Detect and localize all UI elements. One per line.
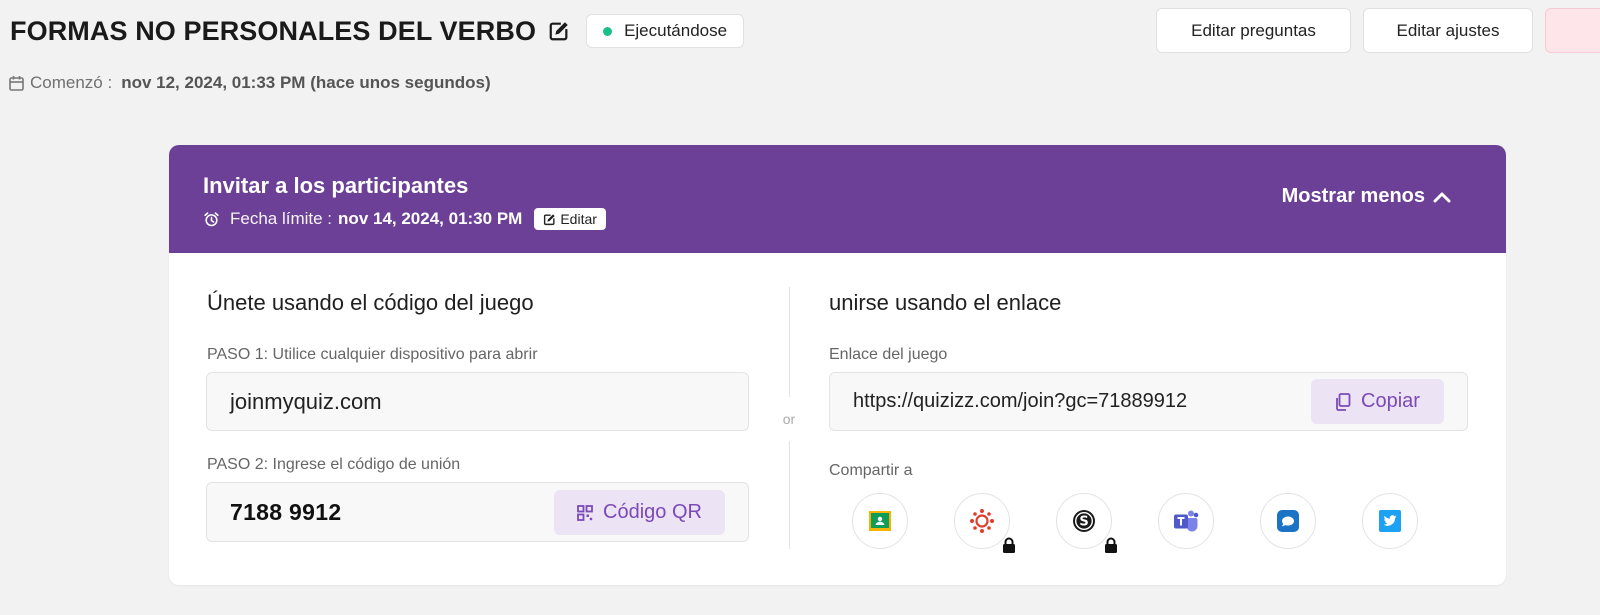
game-link-value: https://quizizz.com/join?gc=71889912 (853, 390, 1188, 412)
page-title: FORMAS NO PERSONALES DEL VERBO (10, 15, 537, 46)
edit-icon (543, 213, 556, 226)
join-url-field: joinmyquiz.com (206, 372, 749, 431)
deadline-row: Fecha límite : nov 14, 2024, 01:30 PM Ed… (203, 207, 606, 231)
started-value: nov 12, 2024, 01:33 PM (hace unos segund… (121, 73, 491, 92)
started-label: Comenzó : (30, 73, 113, 92)
lock-icon (1103, 537, 1119, 554)
deadline-label: Fecha límite : (230, 209, 333, 228)
qr-code-button[interactable]: Código QR (554, 490, 725, 535)
join-url-value: joinmyquiz.com (230, 388, 382, 414)
share-canvas[interactable] (954, 493, 1015, 553)
join-code-title: Únete usando el código del juego (207, 290, 534, 315)
share-label: Compartir a (829, 462, 913, 479)
step2-label: PASO 2: Ingrese el código de unión (207, 456, 461, 473)
invite-title: Invitar a los participantes (203, 173, 469, 198)
edit-settings-button[interactable]: Editar ajustes (1363, 8, 1533, 53)
show-less-label: Mostrar menos (1281, 185, 1425, 207)
end-activity-button[interactable] (1545, 8, 1600, 53)
status-badge: Ejecutándose (586, 14, 745, 48)
calendar-icon (9, 75, 24, 91)
twitter-icon (1378, 509, 1402, 533)
or-label: or (782, 411, 796, 427)
invite-header: Invitar a los participantes Fecha límite… (169, 145, 1506, 253)
lock-icon (1001, 537, 1017, 554)
microsoft-teams-icon (1172, 508, 1200, 534)
status-dot-icon (603, 26, 613, 36)
invite-card: Invitar a los participantes Fecha límite… (169, 145, 1506, 585)
edit-deadline-button[interactable]: Editar (534, 208, 606, 230)
title-row: FORMAS NO PERSONALES DEL VERBO Ejecutánd… (10, 12, 745, 50)
link-label: Enlace del juego (829, 346, 948, 363)
edit-deadline-label: Editar (560, 211, 597, 227)
edit-title-icon[interactable] (548, 20, 570, 42)
canvas-icon (969, 508, 995, 534)
divider-bottom (789, 441, 790, 549)
remind-icon (1276, 509, 1300, 533)
step1-label: PASO 1: Utilice cualquier dispositivo pa… (207, 346, 538, 363)
show-less-toggle[interactable]: Mostrar menos (1282, 185, 1451, 208)
alarm-clock-icon (203, 211, 220, 228)
qr-code-icon (577, 504, 593, 521)
google-classroom-icon (868, 509, 892, 533)
share-schoology[interactable]: S (1056, 493, 1117, 553)
share-google-classroom[interactable] (852, 493, 908, 549)
deadline-value: nov 14, 2024, 01:30 PM (338, 209, 523, 228)
svg-text:S: S (1079, 515, 1088, 530)
status-label: Ejecutándose (624, 21, 728, 40)
join-code-value: 7188 9912 (230, 498, 342, 525)
schoology-icon: S (1072, 509, 1096, 533)
copy-icon (1335, 392, 1351, 411)
copy-label: Copiar (1361, 390, 1420, 412)
share-twitter[interactable] (1362, 493, 1418, 549)
share-microsoft-teams[interactable] (1158, 493, 1214, 549)
chevron-up-icon (1433, 191, 1451, 203)
copy-link-button[interactable]: Copiar (1311, 379, 1444, 424)
qr-code-label: Código QR (603, 501, 702, 523)
edit-questions-button[interactable]: Editar preguntas (1156, 8, 1351, 53)
divider-top (789, 287, 790, 397)
started-info: Comenzó : nov 12, 2024, 01:33 PM (hace u… (9, 72, 491, 94)
share-remind[interactable] (1260, 493, 1316, 549)
join-link-title: unirse usando el enlace (829, 290, 1062, 315)
